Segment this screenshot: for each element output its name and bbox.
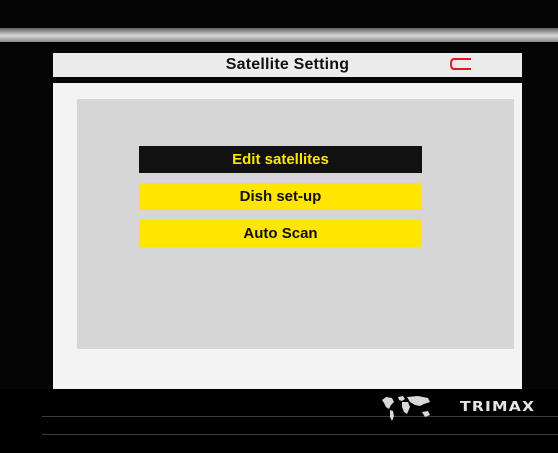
menu-item-edit-satellites[interactable]: Edit satellites <box>139 146 422 173</box>
footer-divider <box>42 416 558 417</box>
page-title: Satellite Setting <box>225 56 350 73</box>
content-panel: Edit satellites Dish set-up Auto Scan <box>53 83 522 389</box>
menu-item-auto-scan[interactable]: Auto Scan <box>139 220 422 247</box>
brand-logo: TRIMAX <box>460 400 536 415</box>
menu-item-dish-setup[interactable]: Dish set-up <box>139 183 422 210</box>
footer-bar <box>0 389 558 453</box>
footer-divider <box>42 434 558 435</box>
title-bar: Satellite Setting <box>53 53 522 77</box>
back-arrow-icon[interactable] <box>450 58 472 70</box>
world-map-icon <box>382 396 430 421</box>
top-band <box>0 28 558 42</box>
satellite-menu: Edit satellites Dish set-up Auto Scan <box>139 146 422 257</box>
tv-screen: Satellite Setting Edit satellites Dish s… <box>0 0 558 453</box>
menu-panel: Edit satellites Dish set-up Auto Scan <box>77 99 514 349</box>
